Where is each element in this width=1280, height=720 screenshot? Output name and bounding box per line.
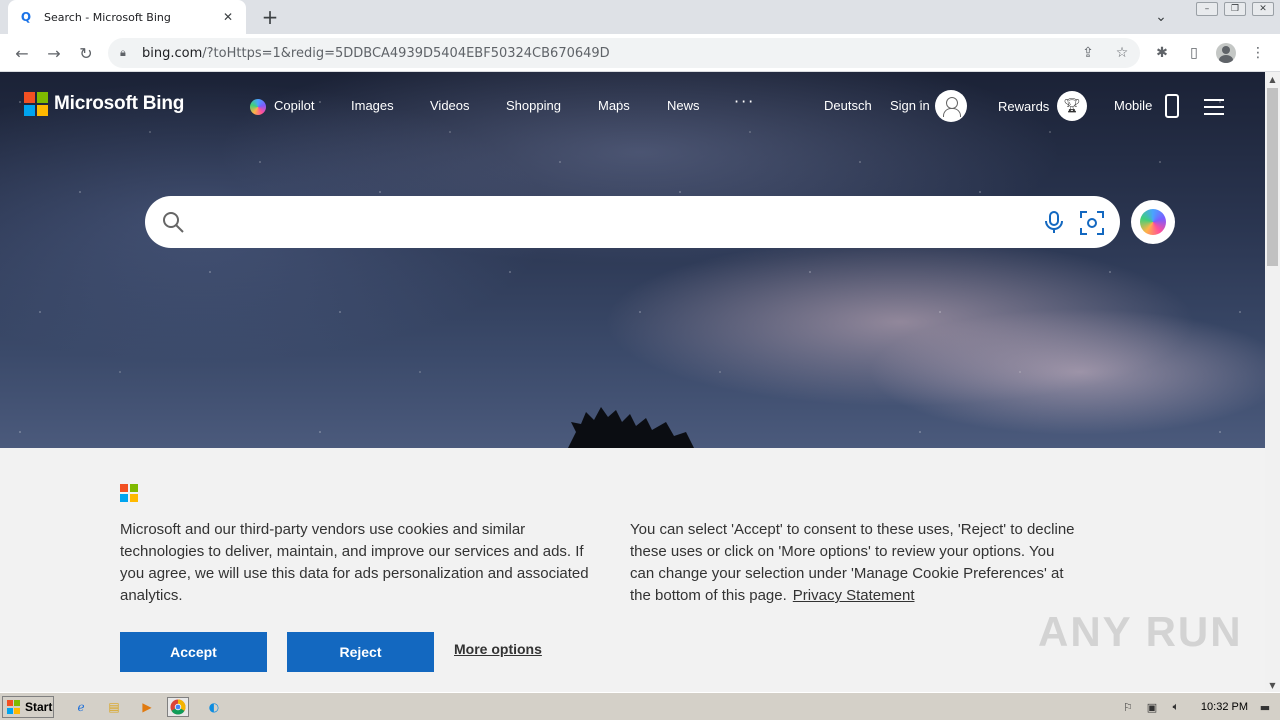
cookie-banner: Microsoft and our third-party vendors us… [0,448,1265,692]
anyrun-watermark: ANY RUN [1038,608,1243,655]
reject-button[interactable]: Reject [287,632,434,672]
show-desktop-icon[interactable]: ▬ [1256,699,1274,715]
internet-explorer-icon[interactable]: ℯ [70,697,92,717]
hero-background: Microsoft Bing Copilot Images Videos Sho… [0,72,1265,452]
kebab-menu-icon[interactable]: ⋮ [1246,42,1270,64]
close-window-button[interactable]: ✕ [1252,2,1274,16]
volume-icon[interactable]: 🔈︎ [1167,699,1185,715]
user-avatar-icon[interactable] [935,90,967,122]
joshua-tree-silhouette [566,407,696,452]
bookmark-star-icon[interactable]: ☆ [1112,43,1132,63]
edge-icon[interactable]: ◐ [203,697,225,717]
nav-images[interactable]: Images [351,98,394,113]
privacy-statement-link[interactable]: Privacy Statement [793,587,915,604]
close-tab-icon[interactable]: ✕ [220,9,236,25]
start-label: Start [25,700,53,714]
microsoft-small-logo-icon [120,484,138,502]
search-box[interactable] [145,196,1120,248]
rewards-trophy-icon[interactable]: 🏆︎ [1057,91,1087,121]
page-scrollbar[interactable]: ▲ ▼ [1265,72,1280,692]
scroll-thumb[interactable] [1267,88,1278,266]
url-path: /?toHttps=1&redig=5DDBCA4939D5404EBF5032… [202,45,610,61]
nav-maps[interactable]: Maps [598,98,630,113]
accept-button[interactable]: Accept [120,632,267,672]
mobile-link[interactable]: Mobile [1114,98,1152,113]
tab-strip: Q Search - Microsoft Bing ✕ + ⌄ – ❐ ✕ [0,0,1280,34]
profile-icon[interactable] [1214,42,1238,64]
new-tab-button[interactable]: + [258,5,282,29]
profile-avatar [1216,43,1236,63]
media-player-icon[interactable]: ▶ [136,697,158,717]
scroll-down-arrow-icon[interactable]: ▼ [1265,678,1280,692]
cookie-options-text: You can select 'Accept' to consent to th… [630,519,1080,607]
chrome-icon [170,699,186,715]
top-navigation: Copilot Images Videos Shopping Maps News… [0,90,1265,122]
mobile-phone-icon[interactable] [1165,94,1179,118]
toolbar-actions: ✱ ▯ ⋮ [1150,42,1270,64]
network-icon[interactable]: ▣ [1143,699,1161,715]
side-panel-icon[interactable]: ▯ [1182,42,1206,64]
cookie-description: Microsoft and our third-party vendors us… [120,521,589,604]
restore-button[interactable]: ❐ [1224,2,1246,16]
extensions-puzzle-icon[interactable]: ✱ [1150,42,1174,64]
start-button[interactable]: Start [2,696,54,718]
omnibox-actions: ⇪ ☆ [1078,43,1132,63]
windows-flag-icon [7,700,21,714]
window-controls: – ❐ ✕ [1196,2,1274,16]
url-text: bing.com/?toHttps=1&redig=5DDBCA4939D540… [142,46,610,61]
minimize-button[interactable]: – [1196,2,1218,16]
hamburger-menu-icon[interactable] [1204,99,1224,115]
sign-in-link[interactable]: Sign in [890,98,930,113]
language-link[interactable]: Deutsch [824,98,872,113]
copilot-nav-icon [250,99,266,115]
browser-toolbar: ← → ↻ 🔒︎ bing.com/?toHttps=1&redig=5DDBC… [0,34,1280,72]
copilot-icon [1140,209,1166,235]
action-center-flag-icon[interactable]: ⚐ [1119,699,1137,715]
nav-copilot[interactable]: Copilot [274,98,314,113]
file-explorer-icon[interactable]: ▤ [103,697,125,717]
lock-icon[interactable]: 🔒︎ [120,46,132,60]
nav-news[interactable]: News [667,98,700,113]
tab-title: Search - Microsoft Bing [44,10,171,24]
share-icon[interactable]: ⇪ [1078,43,1098,63]
windows-taskbar: Start ℯ ▤ ▶ ◐ ⚐ ▣ 🔈︎ 10:32 PM ▬ [0,692,1280,720]
url-host: bing.com [142,45,203,61]
search-icon[interactable] [161,210,185,234]
taskbar-clock[interactable]: 10:32 PM [1201,701,1248,713]
nav-shopping[interactable]: Shopping [506,98,561,113]
forward-arrow-icon[interactable]: → [42,41,66,65]
tab-search-chevron-icon[interactable]: ⌄ [1150,6,1172,28]
scroll-up-arrow-icon[interactable]: ▲ [1265,72,1280,86]
chrome-taskbar-icon[interactable] [167,697,189,717]
nav-videos[interactable]: Videos [430,98,470,113]
more-nav-button[interactable]: ··· [734,92,755,111]
reload-icon[interactable]: ↻ [74,41,98,65]
address-bar[interactable]: 🔒︎ bing.com/?toHttps=1&redig=5DDBCA4939D… [108,38,1140,68]
search-input[interactable] [197,206,1017,238]
back-arrow-icon[interactable]: ← [10,41,34,65]
page-viewport: Microsoft Bing Copilot Images Videos Sho… [0,72,1265,692]
bing-favicon-icon: Q [20,10,32,24]
copilot-button[interactable] [1131,200,1175,244]
browser-tab[interactable]: Q Search - Microsoft Bing ✕ [8,0,246,34]
microphone-icon[interactable] [1043,210,1065,234]
more-options-link[interactable]: More options [454,641,542,657]
visual-search-icon[interactable] [1079,210,1105,236]
system-tray: ⚐ ▣ 🔈︎ 10:32 PM ▬ [1119,696,1280,718]
rewards-link[interactable]: Rewards [998,99,1049,114]
